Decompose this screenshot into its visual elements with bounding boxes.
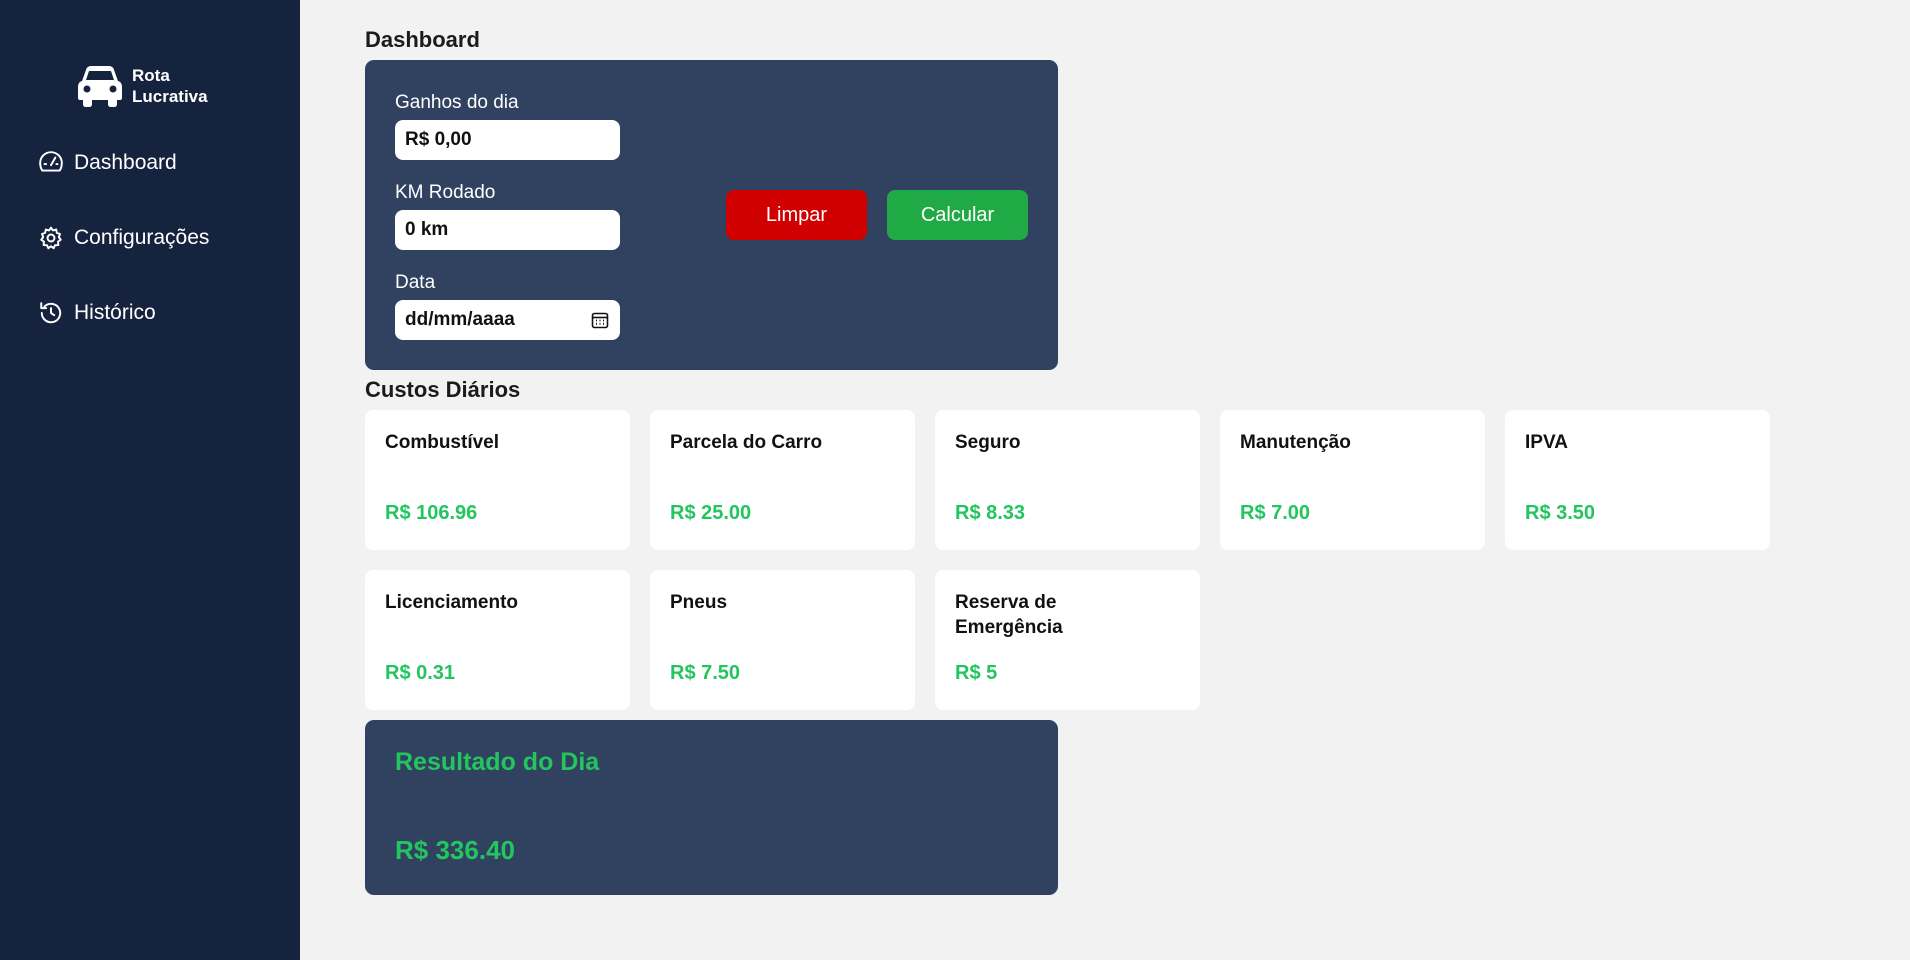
cost-card-value: R$ 7.00 (1240, 502, 1311, 524)
cost-card-title: Manutenção (1240, 432, 1351, 453)
clear-button[interactable]: Limpar (726, 190, 867, 240)
gear-icon (40, 226, 62, 250)
earnings-label: Ganhos do dia (395, 92, 519, 113)
result-panel: Resultado do Dia R$ 336.40 (365, 720, 1058, 895)
km-label: KM Rodado (395, 182, 496, 203)
app-name-line1: Rota (132, 66, 170, 85)
sidebar-item-historico[interactable]: Histórico (38, 294, 209, 332)
date-label: Data (395, 272, 436, 293)
brand-logo[interactable]: Rota Lucrativa (76, 64, 208, 108)
app-name-line2: Lucrativa (132, 87, 208, 106)
date-input-value: dd/mm/aaaa (405, 309, 515, 330)
cost-card-value: R$ 8.33 (955, 502, 1026, 524)
cost-card-title: Seguro (955, 432, 1021, 453)
date-input[interactable]: dd/mm/aaaa (395, 300, 620, 340)
calculate-button[interactable]: Calcular (887, 190, 1028, 240)
km-input-value: 0 km (405, 219, 449, 240)
car-icon (78, 66, 122, 107)
cost-card: Parcela do Carro R$ 25.00 (650, 410, 915, 550)
cost-card: Licenciamento R$ 0.31 (365, 570, 630, 710)
cost-card: Pneus R$ 7.50 (650, 570, 915, 710)
cost-card-value: R$ 3.50 (1525, 502, 1596, 524)
cost-card-value: R$ 5 (955, 662, 998, 684)
sidebar-nav: Dashboard Configurações Histórico (38, 144, 209, 369)
cost-card-value: R$ 25.00 (670, 502, 752, 524)
sidebar-item-configuracoes[interactable]: Configurações (38, 219, 209, 257)
result-title: Resultado do Dia (395, 748, 600, 776)
sidebar-item-label: Dashboard (74, 151, 177, 174)
cost-card-title: Licenciamento (385, 592, 519, 613)
cost-card: Seguro R$ 8.33 (935, 410, 1200, 550)
sidebar-item-label: Configurações (74, 226, 210, 249)
calendar-icon[interactable] (590, 310, 610, 330)
cost-card-title: Parcela do Carro (670, 432, 823, 453)
costs-title: Custos Diários (365, 377, 521, 402)
cost-card-value: R$ 7.50 (670, 662, 741, 684)
cost-card-title: Reserva de Emergência (955, 592, 1063, 638)
cost-card: Reserva de Emergência R$ 5 (935, 570, 1200, 710)
cost-card: Manutenção R$ 7.00 (1220, 410, 1485, 550)
cost-card-value: R$ 106.96 (385, 502, 478, 524)
cost-card-title: Combustível (385, 432, 500, 453)
cost-card: Combustível R$ 106.96 (365, 410, 630, 550)
cost-card-title: IPVA (1525, 432, 1568, 453)
km-input[interactable]: 0 km (395, 210, 620, 250)
earnings-input[interactable]: R$ 0,00 (395, 120, 620, 160)
cost-card-value: R$ 0.31 (385, 662, 456, 684)
daily-input-panel: Ganhos do dia R$ 0,00 KM Rodado 0 km Dat… (365, 60, 1058, 370)
sidebar-item-label: Histórico (74, 301, 156, 324)
cost-card: IPVA R$ 3.50 (1505, 410, 1770, 550)
cost-card-title: Pneus (670, 592, 728, 613)
page-title: Dashboard (365, 27, 480, 52)
history-icon (40, 302, 62, 324)
result-value: R$ 336.40 (395, 835, 515, 865)
sidebar: Rota Lucrativa Dashboard Configurações H… (0, 0, 300, 960)
gauge-icon (39, 151, 63, 172)
sidebar-item-dashboard[interactable]: Dashboard (38, 144, 209, 182)
earnings-input-value: R$ 0,00 (405, 129, 472, 150)
